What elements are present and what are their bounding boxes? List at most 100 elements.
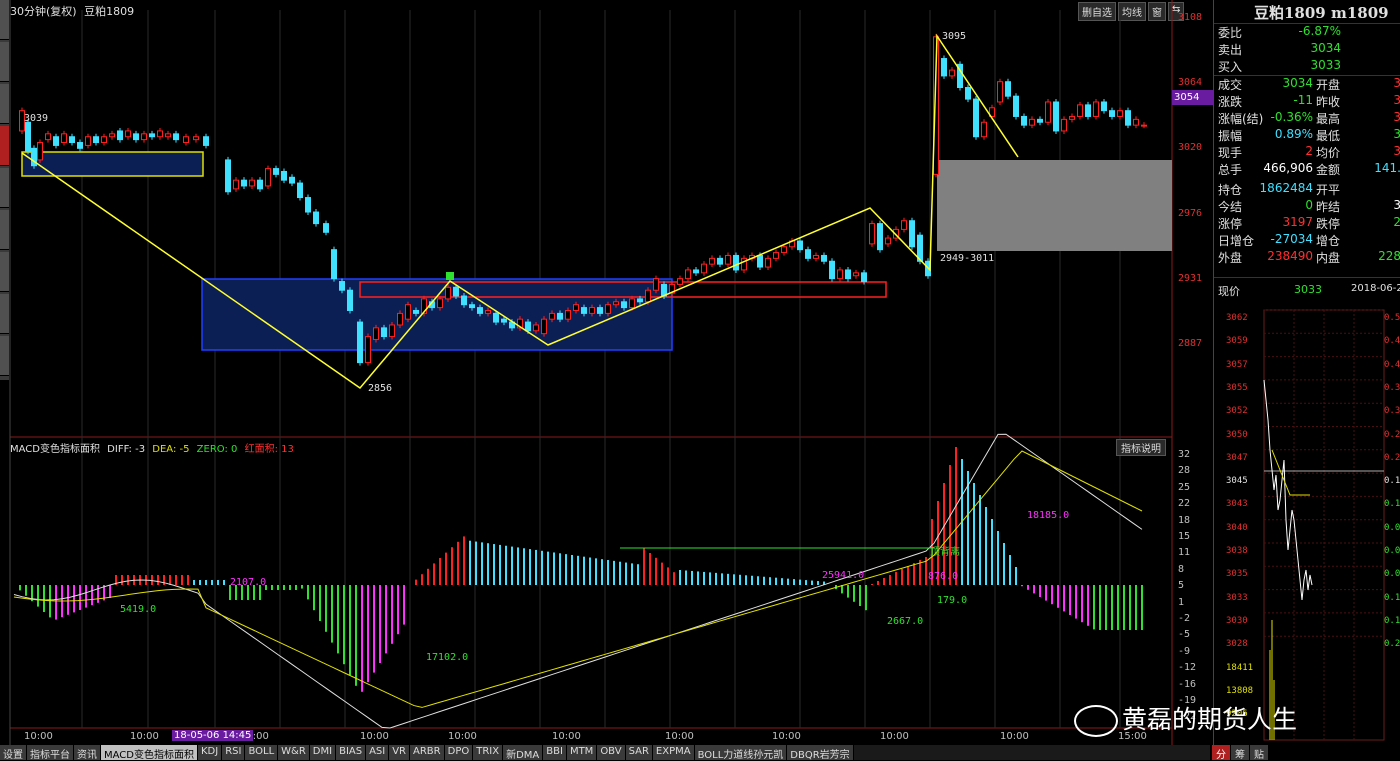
mini-price-tick: 3043 xyxy=(1226,499,1248,510)
mini-price-tick: 13808 xyxy=(1226,685,1254,696)
low-annotation: 2856 xyxy=(368,383,393,394)
quote-symbol: 豆粕1809 m1809 xyxy=(1254,4,1389,22)
quote-row: 振幅 0.89% 最低 3 xyxy=(1218,127,1400,143)
start-annotation: 3039 xyxy=(24,113,49,124)
macd-histogram xyxy=(19,447,1143,692)
red-area-value: 红面积: 13 xyxy=(244,444,294,455)
indicator-tab[interactable]: TRIX xyxy=(473,745,504,760)
price-tick: 2887 xyxy=(1178,338,1203,349)
time-highlight: 18-05-06 14:45 xyxy=(172,730,254,741)
area-label: 2667.0 xyxy=(887,616,924,627)
indicator-tab[interactable]: BBI xyxy=(543,745,567,760)
price-tick: 2976 xyxy=(1178,208,1203,219)
macd-tick: -2 xyxy=(1178,613,1191,624)
area-label: 5419.0 xyxy=(120,604,157,615)
indicator-tab[interactable]: VR xyxy=(389,745,411,760)
mini-price-tick: 3035 xyxy=(1226,569,1248,580)
quote-row: 持仓 1862484 开平 xyxy=(1218,181,1341,197)
mini-pct-tick: 0.20 xyxy=(1384,452,1400,463)
mini-price-tick: 3033 xyxy=(1226,592,1248,603)
indicator-tab[interactable]: DBQR岩芳宗 xyxy=(787,745,854,760)
area-label: 876.0 xyxy=(928,571,959,582)
indicator-tab[interactable]: 资讯 xyxy=(74,745,101,760)
quote-row: 涨幅(结) -0.36% 最高 3 xyxy=(1218,110,1400,126)
indicator-tab[interactable]: DMI xyxy=(309,745,337,760)
indicator-tab[interactable]: OBV xyxy=(597,745,626,760)
indicator-tab[interactable]: BIAS xyxy=(336,745,367,760)
time-tick: 10:00 xyxy=(360,731,389,742)
time-tick: 10:00 xyxy=(552,731,581,742)
mini-pct-tick: 0.05 xyxy=(1384,569,1400,580)
mini-pct-tick: 0.10 xyxy=(1384,592,1400,603)
mini-pct-tick: 0.00 xyxy=(1384,546,1400,556)
current-price-label: 现价 xyxy=(1218,285,1240,298)
divergence-label: 顶背离 xyxy=(930,547,960,558)
tab-minute[interactable]: 分 xyxy=(1212,745,1231,761)
range-annotation: 2949-3011 xyxy=(940,253,995,264)
macd-tick: -16 xyxy=(1178,678,1197,690)
tab-chips[interactable]: 筹 xyxy=(1231,745,1250,761)
macd-tick: 11 xyxy=(1178,547,1191,559)
quote-row: 买入 3033 xyxy=(1218,58,1341,74)
time-tick: 10:00 xyxy=(1000,731,1029,742)
macd-name[interactable]: MACD变色指标面积 xyxy=(10,444,100,455)
indicator-tab-bar: 设置 指标平台 资讯 MACD变色指标面积 KDJ RSI BOLL W&R DMI BIAS AS… xyxy=(0,745,1210,760)
macd-tick: 32 xyxy=(1178,449,1191,460)
mini-pct-tick: 0.40 xyxy=(1384,359,1400,370)
macd-tick: 15 xyxy=(1178,531,1191,542)
consolidation-box-large xyxy=(201,278,673,351)
macd-tick: -5 xyxy=(1178,629,1191,641)
indicator-tab[interactable]: BOLL力道线孙元凯 xyxy=(694,745,788,760)
macd-tick: -12 xyxy=(1178,662,1197,674)
mini-price-tick: 3059 xyxy=(1226,336,1248,347)
indicator-tab[interactable]: 新DMA xyxy=(503,745,544,760)
mini-pct-tick: 0.30 xyxy=(1384,406,1400,417)
indicator-tab[interactable]: 设置 xyxy=(0,745,27,760)
indicator-tab[interactable]: ASI xyxy=(366,745,390,760)
tab-paste[interactable]: 贴 xyxy=(1250,745,1269,761)
indicator-tab[interactable]: RSI xyxy=(222,745,246,760)
time-tick: 10:00 xyxy=(24,731,53,742)
indicator-help-button[interactable]: 指标说明 xyxy=(1116,439,1166,456)
indicator-tab[interactable]: EXPMA xyxy=(652,745,695,760)
quote-row: 总手 466,906 金额 141. xyxy=(1218,161,1400,177)
dea-value: DEA: -5 xyxy=(152,444,190,455)
quote-row: 今结 0 昨结 3 xyxy=(1218,198,1400,214)
high-annotation: 3095 xyxy=(942,31,967,42)
indicator-tab[interactable]: MTM xyxy=(566,745,598,760)
macd-tick: 18 xyxy=(1178,514,1191,526)
indicator-tab[interactable]: W&R xyxy=(278,745,310,760)
indicator-tab[interactable]: MACD变色指标面积 xyxy=(101,745,198,760)
indicator-tab[interactable]: BOLL xyxy=(245,745,279,760)
macd-tick: 25 xyxy=(1178,481,1191,493)
macd-tick: -9 xyxy=(1178,645,1191,657)
mini-price-tick: 3040 xyxy=(1226,522,1248,533)
mini-pct-tick: 0.15 xyxy=(1384,615,1400,626)
last-price-tag: 3054 xyxy=(1172,90,1214,105)
macd-tick: 1 xyxy=(1178,596,1185,608)
mini-pct-tick: 0.50 xyxy=(1384,313,1400,323)
mini-price-tick: 3038 xyxy=(1226,546,1248,556)
indicator-tab[interactable]: SAR xyxy=(625,745,653,760)
price-tick: 3064 xyxy=(1178,77,1203,88)
quote-row: 外盘 238490 内盘 228 xyxy=(1218,249,1400,265)
mini-pct-tick: 0.15 xyxy=(1384,476,1400,487)
weibo-logo-icon xyxy=(1074,705,1118,737)
mini-pct-tick: 0.20 xyxy=(1384,639,1400,650)
diff-value: DIFF: -3 xyxy=(107,444,146,455)
indicator-tab[interactable]: KDJ xyxy=(197,745,223,760)
indicator-tab[interactable]: ARBR xyxy=(410,745,445,760)
current-price-row: 现价 3033 2018-06-20 xyxy=(1218,283,1400,299)
quote-row: 涨停 3197 跌停 2 xyxy=(1218,215,1400,231)
area-label: 17102.0 xyxy=(426,652,469,663)
time-tick: 10:00 xyxy=(880,731,909,742)
main-chart-canvas[interactable] xyxy=(0,0,1213,745)
quote-row: 涨跌 -11 昨收 3 xyxy=(1218,93,1400,109)
mini-price-tick: 3045 xyxy=(1226,476,1248,487)
time-tick: 10:00 xyxy=(665,731,694,742)
indicator-tab[interactable]: DPO xyxy=(444,745,474,760)
indicator-tab[interactable]: 指标平台 xyxy=(27,745,74,760)
gap-box xyxy=(937,160,1172,251)
mini-pct-tick: 0.10 xyxy=(1384,499,1400,510)
mini-pct-tick: 0.45 xyxy=(1384,336,1400,347)
